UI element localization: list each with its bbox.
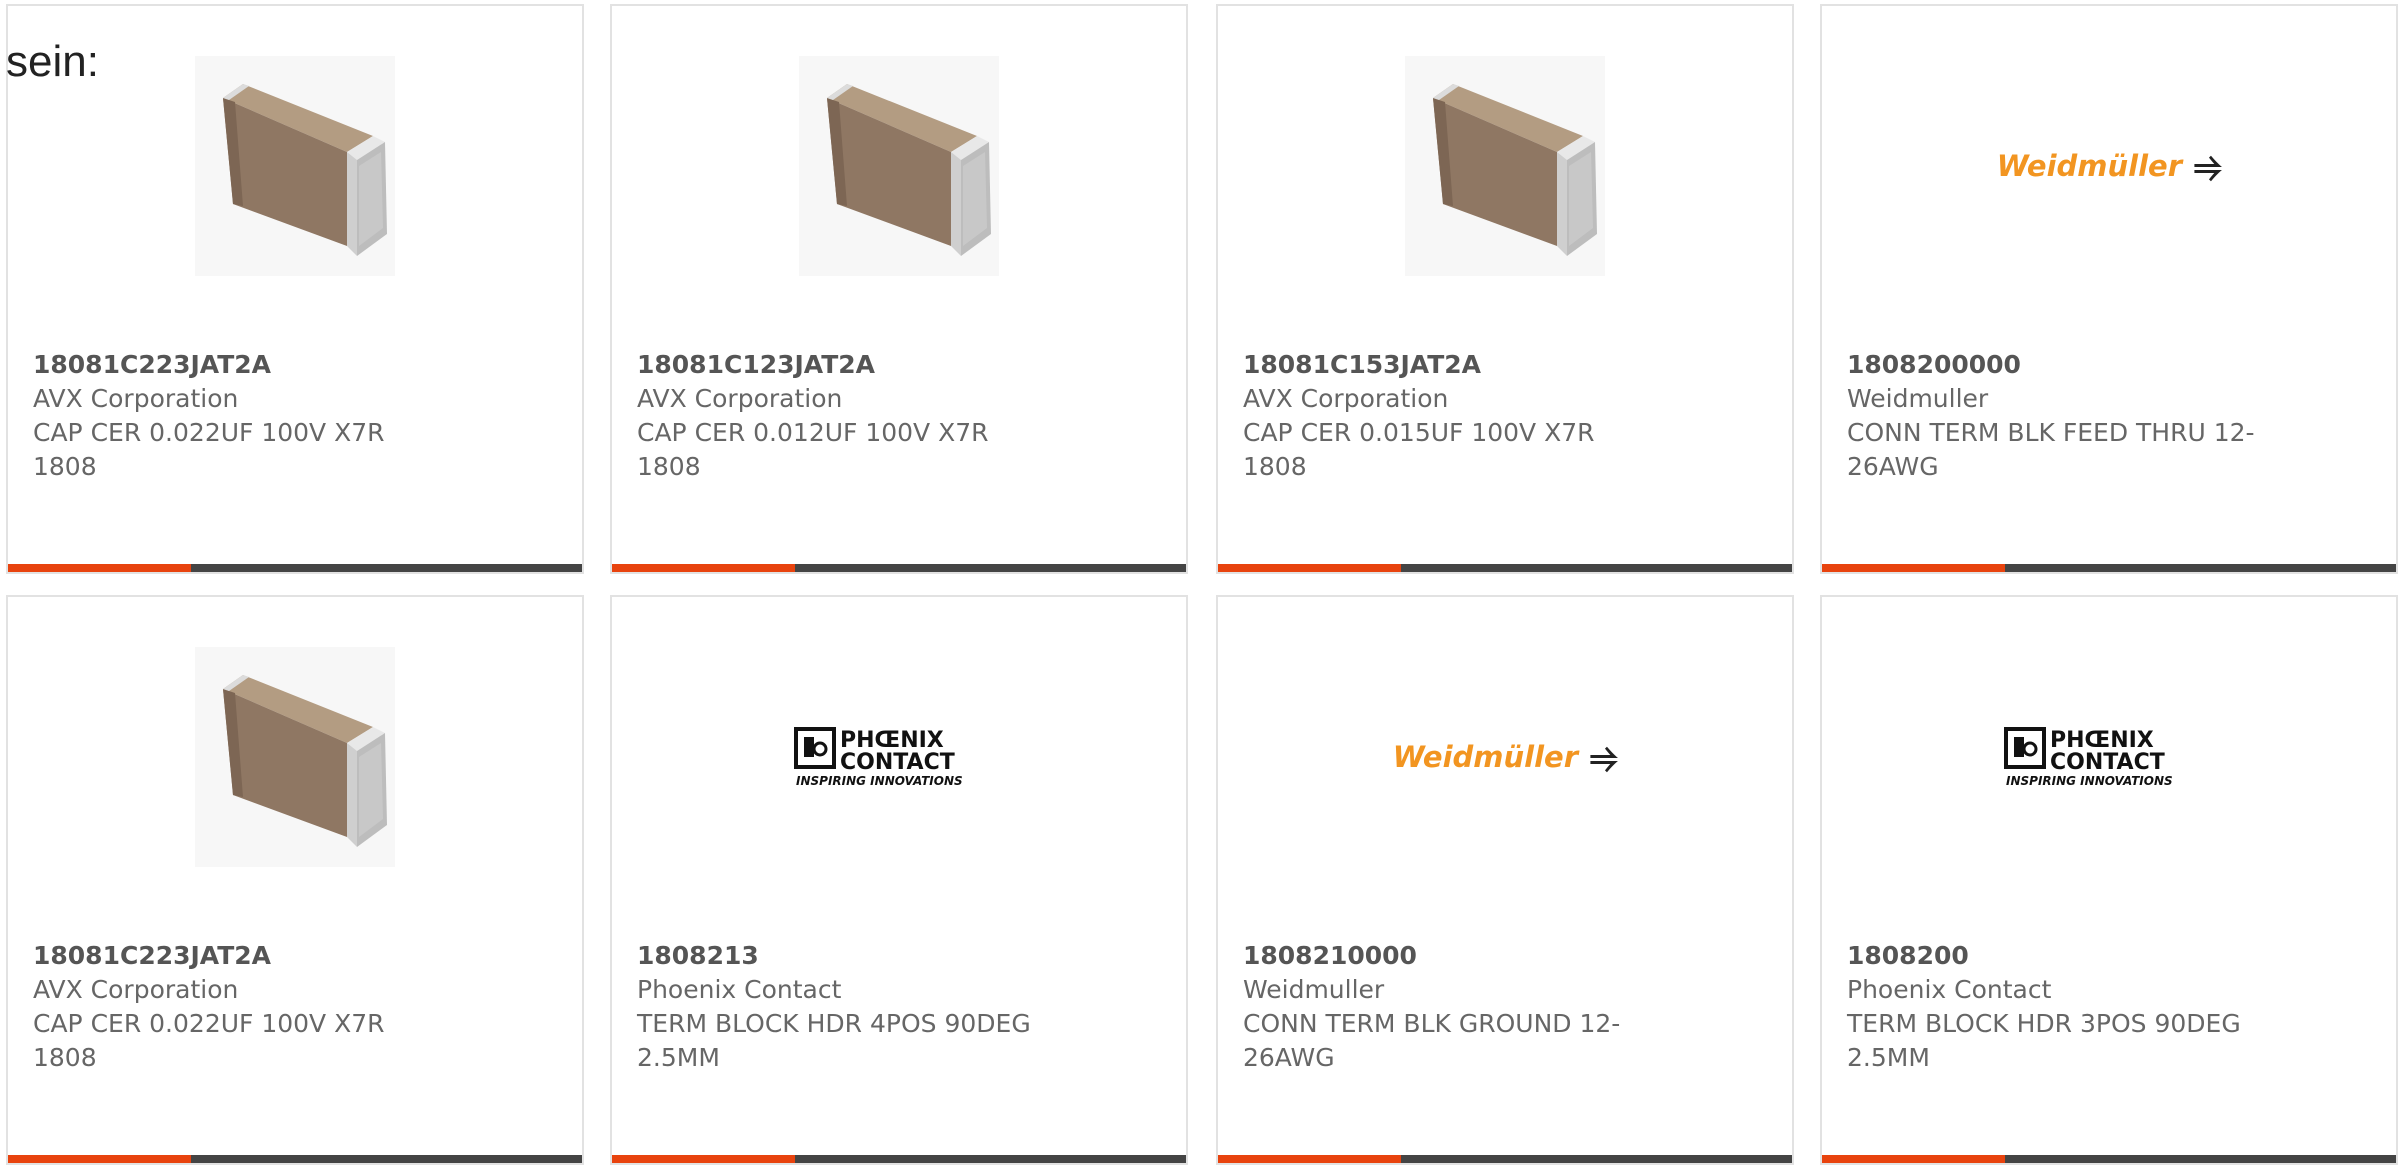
product-info: 1808213 Phoenix Contact TERM BLOCK HDR 4PO… (637, 939, 1166, 1075)
card-accent-bar (1822, 1155, 2005, 1163)
part-number[interactable]: 18081C153JAT2A (1243, 348, 1772, 382)
card-accent-bar (1822, 564, 2005, 572)
phoenix-logo-tagline: INSPIRING INNOVATIONS (2006, 774, 2173, 788)
part-number[interactable]: 18081C223JAT2A (33, 939, 562, 973)
manufacturer-name: Weidmuller (1847, 384, 1989, 413)
product-info: 1808210000 Weidmuller CONN TERM BLK GROUND… (1243, 939, 1772, 1075)
product-description: TERM BLOCK HDR 4POS 90DEG 2.5MM (637, 1009, 1031, 1072)
card-accent-bar (8, 1155, 191, 1163)
capacitor-image (8, 637, 582, 877)
capacitor-image (1218, 46, 1792, 286)
manufacturer-name: AVX Corporation (637, 384, 843, 413)
part-number[interactable]: 1808200000 (1847, 348, 2376, 382)
phoenix-contact-logo: PHŒNIX CONTACT INSPIRING INNOVATIONS (612, 637, 1186, 877)
manufacturer-name: Phoenix Contact (637, 975, 842, 1004)
product-card[interactable]: 18081C153JAT2A AVX Corporation CAP CER 0.0… (1216, 4, 1794, 574)
product-card[interactable]: PHŒNIX CONTACT INSPIRING INNOVATIONS 180820… (1820, 595, 2398, 1165)
capacitor-image (612, 46, 1186, 286)
product-description: CAP CER 0.012UF 100V X7R 1808 (637, 418, 989, 481)
product-info: 18081C123JAT2A AVX Corporation CAP CER 0.0… (637, 348, 1166, 484)
weidmuller-logo: Weidmüller ⥤ (1822, 46, 2396, 286)
card-accent-bar (8, 564, 191, 572)
weidmuller-logo-text: Weidmüller (1996, 149, 2182, 183)
part-number[interactable]: 1808213 (637, 939, 1166, 973)
weidmuller-logo-text: Weidmüller (1392, 740, 1578, 774)
product-description: CONN TERM BLK FEED THRU 12-26AWG (1847, 418, 2255, 481)
card-bottom-bar (1822, 1155, 2396, 1163)
card-bottom-bar (1218, 1155, 1792, 1163)
phoenix-contact-logo: PHŒNIX CONTACT INSPIRING INNOVATIONS (1822, 637, 2396, 877)
part-number[interactable]: 1808200 (1847, 939, 2376, 973)
card-accent-bar (612, 564, 795, 572)
card-accent-bar (1218, 1155, 1401, 1163)
manufacturer-name: Phoenix Contact (1847, 975, 2052, 1004)
part-number[interactable]: 1808210000 (1243, 939, 1772, 973)
lead-text: sein: (6, 37, 99, 86)
manufacturer-name: AVX Corporation (33, 384, 239, 413)
product-info: 1808200000 Weidmuller CONN TERM BLK FEED T… (1847, 348, 2376, 484)
product-info: 18081C223JAT2A AVX Corporation CAP CER 0.0… (33, 348, 562, 484)
card-accent-bar (1218, 564, 1401, 572)
part-number[interactable]: 18081C123JAT2A (637, 348, 1166, 382)
weidmuller-logo-mark: Weidmüller ⥤ (1393, 737, 1617, 777)
phoenix-logo-mark: PHŒNIX CONTACT INSPIRING INNOVATIONS (2004, 725, 2214, 789)
product-card[interactable]: Weidmüller ⥤ 1808210000 Weidmuller CONN TERM… (1216, 595, 1794, 1165)
product-info: 1808200 Phoenix Contact TERM BLOCK HDR 3PO… (1847, 939, 2376, 1075)
phoenix-logo-tagline: INSPIRING INNOVATIONS (796, 774, 963, 788)
product-description: CONN TERM BLK GROUND 12-26AWG (1243, 1009, 1621, 1072)
product-card[interactable]: 18081C123JAT2A AVX Corporation CAP CER 0.0… (610, 4, 1188, 574)
product-card[interactable]: Weidmüller ⥤ 1808200000 Weidmuller CONN TERM… (1820, 4, 2398, 574)
weidmuller-symbol-icon: ⥤ (1590, 737, 1618, 777)
manufacturer-name: AVX Corporation (33, 975, 239, 1004)
product-card[interactable]: PHŒNIX CONTACT INSPIRING INNOVATIONS 180821… (610, 595, 1188, 1165)
product-info: 18081C153JAT2A AVX Corporation CAP CER 0.0… (1243, 348, 1772, 484)
product-info: 18081C223JAT2A AVX Corporation CAP CER 0.0… (33, 939, 562, 1075)
product-card[interactable]: 18081C223JAT2A AVX Corporation CAP CER 0.0… (6, 595, 584, 1165)
product-description: CAP CER 0.022UF 100V X7R 1808 (33, 418, 385, 481)
phoenix-logo-mark: PHŒNIX CONTACT INSPIRING INNOVATIONS (794, 725, 1004, 789)
card-bottom-bar (612, 1155, 1186, 1163)
weidmuller-logo-mark: Weidmüller ⥤ (1997, 146, 2221, 186)
card-bottom-bar (1218, 564, 1792, 572)
card-bottom-bar (8, 1155, 582, 1163)
card-bottom-bar (612, 564, 1186, 572)
weidmuller-logo: Weidmüller ⥤ (1218, 637, 1792, 877)
product-description: CAP CER 0.022UF 100V X7R 1808 (33, 1009, 385, 1072)
manufacturer-name: AVX Corporation (1243, 384, 1449, 413)
card-accent-bar (612, 1155, 795, 1163)
weidmuller-symbol-icon: ⥤ (2194, 146, 2222, 186)
product-description: TERM BLOCK HDR 3POS 90DEG 2.5MM (1847, 1009, 2241, 1072)
phoenix-logo-line2: CONTACT (2050, 750, 2165, 775)
product-description: CAP CER 0.015UF 100V X7R 1808 (1243, 418, 1595, 481)
card-bottom-bar (8, 564, 582, 572)
phoenix-logo-line2: CONTACT (840, 750, 955, 775)
manufacturer-name: Weidmuller (1243, 975, 1385, 1004)
card-bottom-bar (1822, 564, 2396, 572)
part-number[interactable]: 18081C223JAT2A (33, 348, 562, 382)
